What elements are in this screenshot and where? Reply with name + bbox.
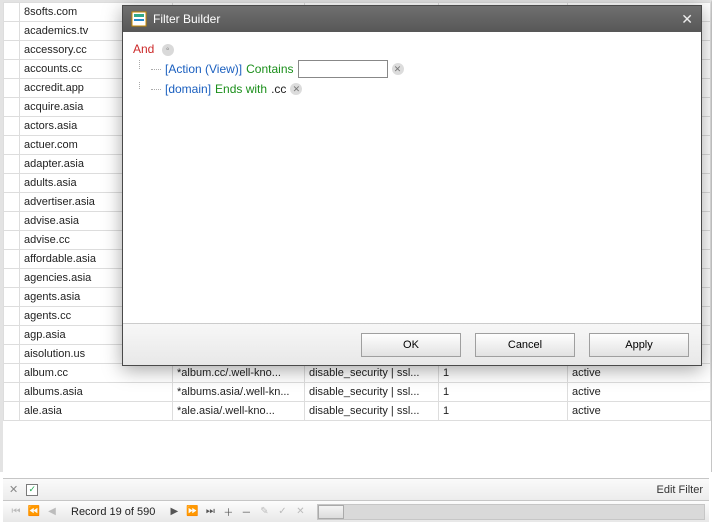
- nav-last-icon[interactable]: ⏭: [201, 504, 219, 520]
- row-selector[interactable]: [4, 364, 20, 383]
- filter-enabled-checkbox[interactable]: ✓: [26, 484, 38, 496]
- row-selector[interactable]: [4, 3, 20, 22]
- row-selector[interactable]: [4, 307, 20, 326]
- row-selector[interactable]: [4, 212, 20, 231]
- condition-field[interactable]: [Action (View)]: [165, 62, 242, 76]
- ok-button[interactable]: OK: [361, 333, 461, 357]
- nav-edit-icon[interactable]: ✎: [255, 504, 273, 520]
- nav-next-icon[interactable]: ▶: [165, 504, 183, 520]
- nav-first-icon[interactable]: ⏮: [7, 504, 25, 520]
- nav-delete-icon[interactable]: －: [237, 504, 255, 520]
- condition-value-input[interactable]: [298, 60, 388, 78]
- filter-bar: ✕ ✓ Edit Filter: [3, 478, 709, 500]
- close-icon[interactable]: ✕: [681, 11, 693, 28]
- condition-operator[interactable]: Contains: [246, 62, 293, 76]
- cell-c4[interactable]: 1: [439, 383, 568, 402]
- table-row[interactable]: album.cc*album.cc/.well-kno...disable_se…: [4, 364, 711, 383]
- row-selector[interactable]: [4, 383, 20, 402]
- cell-c2[interactable]: *album.cc/.well-kno...: [173, 364, 305, 383]
- cell-c2[interactable]: *ale.asia/.well-kno...: [173, 402, 305, 421]
- cell-c5[interactable]: active: [568, 364, 711, 383]
- condition-value[interactable]: .cc: [271, 82, 286, 96]
- row-selector[interactable]: [4, 288, 20, 307]
- cell-c5[interactable]: active: [568, 383, 711, 402]
- table-row[interactable]: ale.asia*ale.asia/.well-kno...disable_se…: [4, 402, 711, 421]
- row-selector[interactable]: [4, 98, 20, 117]
- filter-builder-dialog: Filter Builder ✕ And ◦ [Action (View)] C…: [122, 5, 702, 366]
- scrollbar-thumb[interactable]: [318, 505, 344, 519]
- nav-prev-icon[interactable]: ◀: [43, 504, 61, 520]
- root-operator[interactable]: And: [133, 42, 154, 56]
- condition-row: [domain] Ends with .cc ✕: [151, 82, 691, 96]
- add-condition-icon[interactable]: ◦: [162, 44, 174, 56]
- row-selector[interactable]: [4, 193, 20, 212]
- remove-condition-icon[interactable]: ✕: [392, 63, 404, 75]
- row-selector[interactable]: [4, 117, 20, 136]
- record-indicator: Record 19 of 590: [61, 506, 165, 518]
- clear-filter-icon[interactable]: ✕: [9, 483, 18, 496]
- dialog-titlebar[interactable]: Filter Builder ✕: [123, 6, 701, 32]
- table-row[interactable]: albums.asia*albums.asia/.well-kn...disab…: [4, 383, 711, 402]
- row-selector[interactable]: [4, 402, 20, 421]
- row-selector[interactable]: [4, 60, 20, 79]
- cell-domain[interactable]: album.cc: [20, 364, 173, 383]
- tree-connector: [151, 89, 161, 90]
- row-selector[interactable]: [4, 41, 20, 60]
- nav-prev-page-icon[interactable]: ⏪: [25, 504, 43, 520]
- row-selector[interactable]: [4, 136, 20, 155]
- row-selector[interactable]: [4, 174, 20, 193]
- condition-field[interactable]: [domain]: [165, 82, 211, 96]
- row-selector[interactable]: [4, 250, 20, 269]
- row-selector[interactable]: [4, 231, 20, 250]
- nav-add-icon[interactable]: ＋: [219, 504, 237, 520]
- nav-cancel-icon[interactable]: ✕: [291, 504, 309, 520]
- apply-button[interactable]: Apply: [589, 333, 689, 357]
- navigator-bar: ⏮ ⏪ ◀ Record 19 of 590 ▶ ⏩ ⏭ ＋ － ✎ ✓ ✕: [3, 500, 709, 522]
- remove-condition-icon[interactable]: ✕: [290, 83, 302, 95]
- cell-domain[interactable]: albums.asia: [20, 383, 173, 402]
- cell-c4[interactable]: 1: [439, 364, 568, 383]
- cell-c4[interactable]: 1: [439, 402, 568, 421]
- row-selector[interactable]: [4, 269, 20, 288]
- row-selector[interactable]: [4, 79, 20, 98]
- row-selector[interactable]: [4, 155, 20, 174]
- cancel-button[interactable]: Cancel: [475, 333, 575, 357]
- row-selector[interactable]: [4, 22, 20, 41]
- row-selector[interactable]: [4, 345, 20, 364]
- condition-row: [Action (View)] Contains ✕: [151, 60, 691, 78]
- cell-c3[interactable]: disable_security | ssl...: [305, 383, 439, 402]
- nav-commit-icon[interactable]: ✓: [273, 504, 291, 520]
- row-selector[interactable]: [4, 326, 20, 345]
- tree-connector: [151, 69, 161, 70]
- filter-builder-icon: [131, 11, 147, 27]
- cell-c2[interactable]: *albums.asia/.well-kn...: [173, 383, 305, 402]
- horizontal-scrollbar[interactable]: [317, 504, 705, 520]
- cell-domain[interactable]: ale.asia: [20, 402, 173, 421]
- nav-next-page-icon[interactable]: ⏩: [183, 504, 201, 520]
- edit-filter-link[interactable]: Edit Filter: [657, 484, 703, 496]
- cell-c5[interactable]: active: [568, 402, 711, 421]
- cell-c3[interactable]: disable_security | ssl...: [305, 402, 439, 421]
- dialog-title: Filter Builder: [153, 12, 220, 26]
- cell-c3[interactable]: disable_security | ssl...: [305, 364, 439, 383]
- dialog-footer: OK Cancel Apply: [123, 323, 701, 365]
- dialog-body: And ◦ [Action (View)] Contains ✕ [domain…: [123, 32, 701, 323]
- condition-operator[interactable]: Ends with: [215, 82, 267, 96]
